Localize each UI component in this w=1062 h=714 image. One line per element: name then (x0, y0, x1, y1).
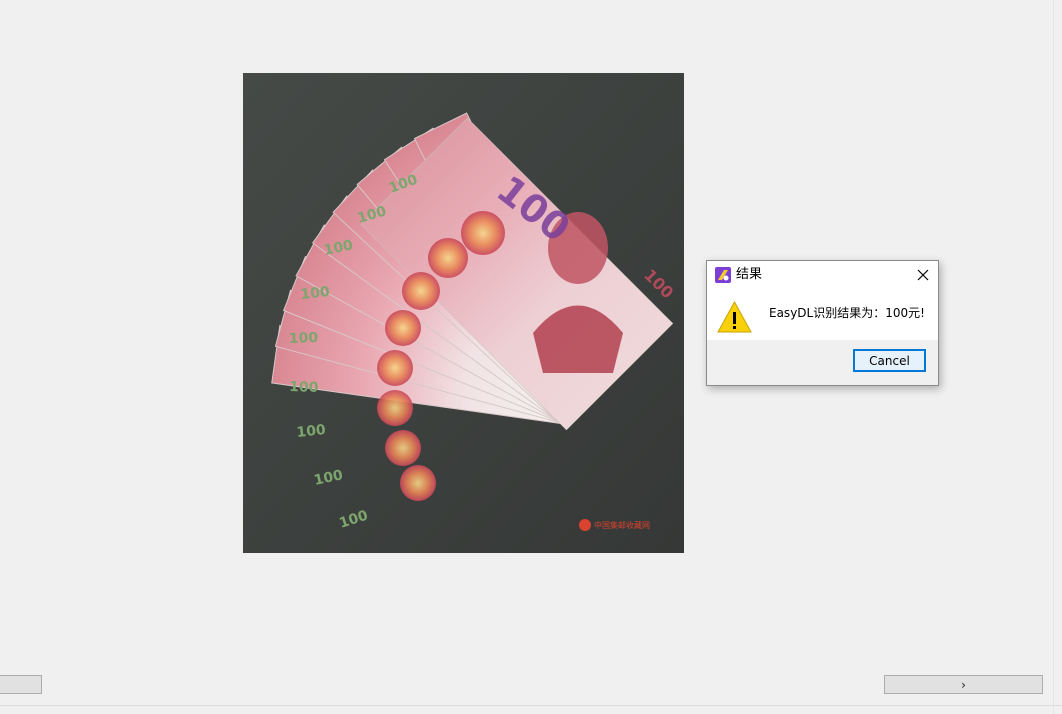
warning-icon (717, 300, 752, 333)
dialog-message: EasyDL识别结果为：100元! (769, 306, 925, 320)
cancel-button[interactable]: Cancel (853, 349, 926, 372)
window-right-border (1053, 0, 1054, 714)
svg-text:100: 100 (300, 284, 331, 303)
previous-button[interactable] (0, 675, 42, 694)
svg-text:100: 100 (296, 422, 327, 441)
cancel-button-label: Cancel (869, 353, 910, 368)
banknote-photo: 100 100 100 100 100 100 100 100 100 100 … (243, 73, 684, 553)
svg-text:100: 100 (289, 330, 319, 347)
result-dialog: 结果 EasyDL识别结果为：100元! Cancel (706, 260, 939, 386)
app-icon (715, 267, 731, 283)
dialog-title: 结果 (736, 267, 763, 282)
close-icon[interactable] (915, 267, 931, 283)
dialog-footer: Cancel (707, 340, 938, 385)
dialog-title-bar: 结果 (707, 261, 938, 289)
next-button-label: › (961, 677, 966, 692)
watermark-text: 中国集邮收藏网 (594, 520, 650, 530)
next-button[interactable]: › (884, 675, 1043, 694)
banknote-illustration: 100 100 100 100 100 100 100 100 100 100 … (243, 73, 684, 553)
svg-text:100: 100 (289, 379, 319, 396)
window-bottom-border (0, 705, 1062, 706)
